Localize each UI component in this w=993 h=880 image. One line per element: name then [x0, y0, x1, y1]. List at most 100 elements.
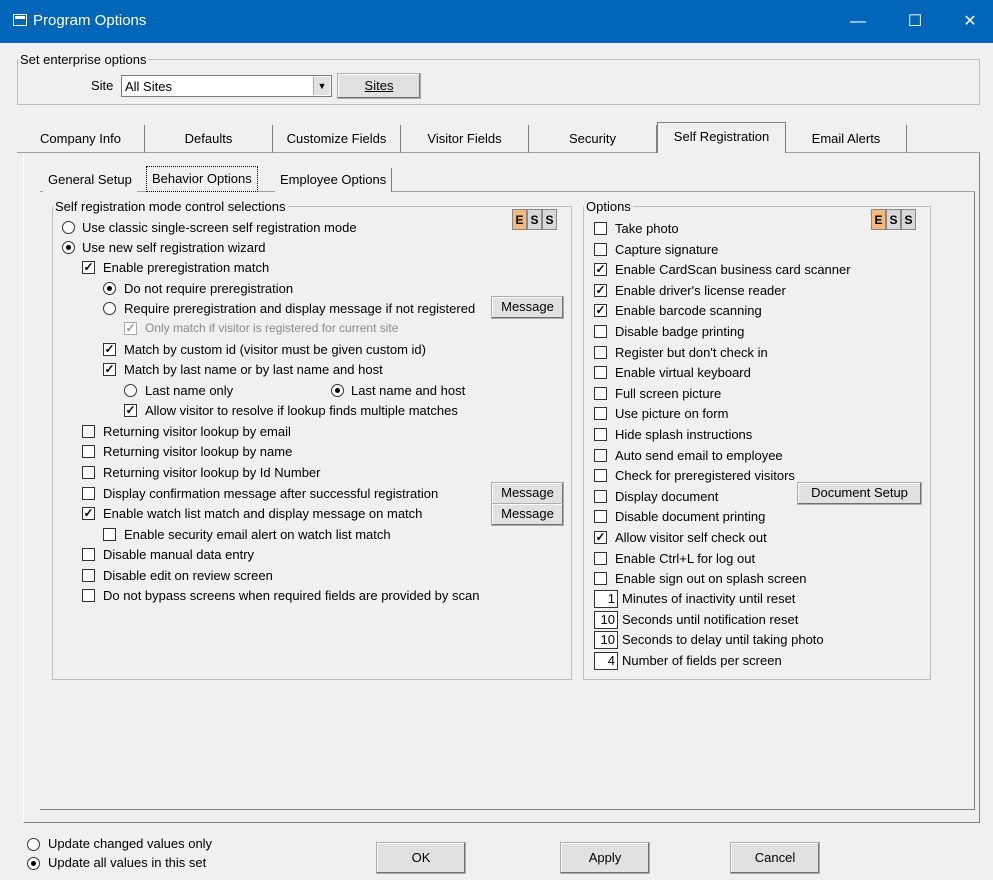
sites-button[interactable]: Sites — [337, 73, 421, 99]
subtab-general-setup[interactable]: General Setup — [43, 168, 137, 192]
no-prereg-radio[interactable] — [103, 282, 116, 295]
ess-s-icon: S — [527, 209, 542, 230]
numeric-input[interactable]: 10 — [594, 631, 618, 649]
tab-visitor-fields[interactable]: Visitor Fields — [401, 125, 529, 153]
numeric-label: Number of fields per screen — [622, 652, 782, 668]
ess-indicator-left: E S S — [512, 209, 557, 230]
option-checkbox[interactable] — [594, 386, 607, 400]
option-checkbox[interactable] — [594, 325, 607, 338]
tab-company-info[interactable]: Company Info — [17, 125, 145, 153]
minimize-button[interactable]: — — [835, 0, 881, 43]
watch-list-checkbox[interactable] — [82, 507, 95, 520]
prereg-match-checkbox[interactable] — [82, 261, 95, 274]
lookup-email-checkbox[interactable] — [82, 425, 95, 438]
option-checkbox[interactable] — [594, 366, 607, 380]
option-label: Use picture on form — [615, 406, 729, 422]
option-checkbox[interactable] — [594, 407, 607, 421]
update-changed-radio[interactable] — [27, 838, 40, 851]
option-label: Enable sign out on splash screen — [615, 571, 807, 587]
option-label: Check for preregistered visitors — [615, 468, 795, 484]
only-match-checkbox[interactable] — [124, 322, 137, 335]
cancel-button[interactable]: Cancel — [730, 842, 820, 874]
maximize-button[interactable]: ☐ — [892, 0, 938, 43]
only-match-label: Only match if visitor is registered for … — [145, 321, 399, 335]
title-bar: Program Options — ☐ ✕ — [0, 0, 993, 43]
option-label: Take photo — [615, 221, 679, 236]
match-last-name-checkbox[interactable] — [103, 363, 116, 376]
classic-mode-radio[interactable] — [62, 221, 75, 234]
tab-customize-fields[interactable]: Customize Fields — [273, 125, 401, 153]
subtab-behavior-options[interactable]: Behavior Options — [146, 166, 258, 192]
tab-security[interactable]: Security — [529, 125, 657, 153]
option-checkbox[interactable] — [594, 531, 607, 544]
disable-manual-checkbox[interactable] — [82, 548, 95, 561]
lookup-name-checkbox[interactable] — [82, 445, 95, 458]
numeric-label: Seconds until notification reset — [622, 611, 799, 627]
allow-resolve-label: Allow visitor to resolve if lookup finds… — [145, 403, 458, 418]
option-checkbox[interactable] — [594, 489, 607, 503]
lookup-email-label: Returning visitor lookup by email — [103, 424, 291, 439]
wizard-mode-radio[interactable] — [62, 241, 75, 254]
update-all-radio[interactable] — [27, 857, 40, 870]
numeric-input[interactable]: 4 — [594, 651, 618, 670]
require-prereg-radio[interactable] — [103, 302, 116, 315]
last-name-only-radio[interactable] — [124, 384, 137, 397]
tab-email-alerts[interactable]: Email Alerts — [786, 125, 907, 153]
document-setup-button[interactable]: Document Setup — [797, 482, 922, 505]
allow-resolve-checkbox[interactable] — [124, 404, 137, 417]
option-label: Enable virtual keyboard — [615, 365, 751, 381]
option-checkbox[interactable] — [594, 572, 607, 586]
numeric-input[interactable]: 1 — [594, 590, 618, 608]
option-label: Disable document printing — [615, 509, 766, 525]
subtab-employee-options[interactable]: Employee Options — [275, 168, 393, 192]
option-checkbox[interactable] — [594, 242, 607, 256]
disable-manual-label: Disable manual data entry — [103, 547, 255, 562]
chevron-down-icon[interactable]: ▼ — [313, 77, 330, 95]
wizard-mode-label: Use new self registration wizard — [82, 240, 266, 255]
option-checkbox[interactable] — [594, 510, 607, 524]
match-custom-id-checkbox[interactable] — [103, 343, 116, 356]
last-name-host-radio[interactable] — [331, 384, 344, 397]
site-dropdown[interactable]: All Sites ▼ — [121, 75, 332, 97]
option-label: Hide splash instructions — [615, 427, 753, 442]
close-button[interactable]: ✕ — [947, 0, 993, 43]
watch-list-message-button[interactable]: Message — [491, 503, 564, 526]
option-checkbox[interactable] — [594, 263, 607, 277]
option-label: Display document — [615, 488, 719, 504]
option-checkbox[interactable] — [594, 304, 607, 318]
lookup-id-checkbox[interactable] — [82, 466, 95, 479]
numeric-input[interactable]: 10 — [594, 610, 618, 629]
site-label: Site — [91, 78, 114, 93]
prereg-match-label: Enable preregistration match — [103, 260, 270, 275]
tab-defaults[interactable]: Defaults — [145, 125, 273, 153]
security-email-checkbox[interactable] — [103, 528, 116, 541]
ess-s2-icon: S — [542, 209, 557, 230]
display-confirm-label: Display confirmation message after succe… — [103, 486, 439, 501]
option-checkbox[interactable] — [594, 283, 607, 297]
security-email-label: Enable security email alert on watch lis… — [124, 527, 391, 542]
option-checkbox[interactable] — [594, 222, 607, 235]
tab-self-registration[interactable]: Self Registration — [657, 122, 786, 153]
require-prereg-message-button[interactable]: Message — [491, 296, 564, 319]
numeric-label: Seconds to delay until taking photo — [622, 632, 824, 647]
no-bypass-checkbox[interactable] — [82, 589, 95, 602]
match-last-name-label: Match by last name or by last name and h… — [124, 362, 383, 377]
last-name-only-label: Last name only — [145, 383, 234, 398]
display-confirm-checkbox[interactable] — [82, 487, 95, 500]
option-checkbox[interactable] — [594, 551, 607, 565]
match-custom-id-label: Match by custom id (visitor must be give… — [124, 342, 426, 357]
ess-s2-icon-right: S — [901, 209, 916, 230]
disable-edit-checkbox[interactable] — [82, 569, 95, 582]
option-checkbox[interactable] — [594, 428, 607, 441]
ess-e-icon-right: E — [871, 209, 886, 230]
option-checkbox[interactable] — [594, 469, 607, 483]
disable-edit-label: Disable edit on review screen — [103, 568, 273, 583]
option-checkbox[interactable] — [594, 345, 607, 359]
require-prereg-label: Require preregistration and display mess… — [124, 301, 476, 316]
option-label: Enable barcode scanning — [615, 303, 762, 319]
apply-button[interactable]: Apply — [560, 842, 650, 874]
confirm-message-button[interactable]: Message — [491, 482, 564, 505]
option-checkbox[interactable] — [594, 448, 607, 462]
ess-indicator-right: E S S — [871, 209, 916, 230]
ok-button[interactable]: OK — [376, 842, 466, 874]
